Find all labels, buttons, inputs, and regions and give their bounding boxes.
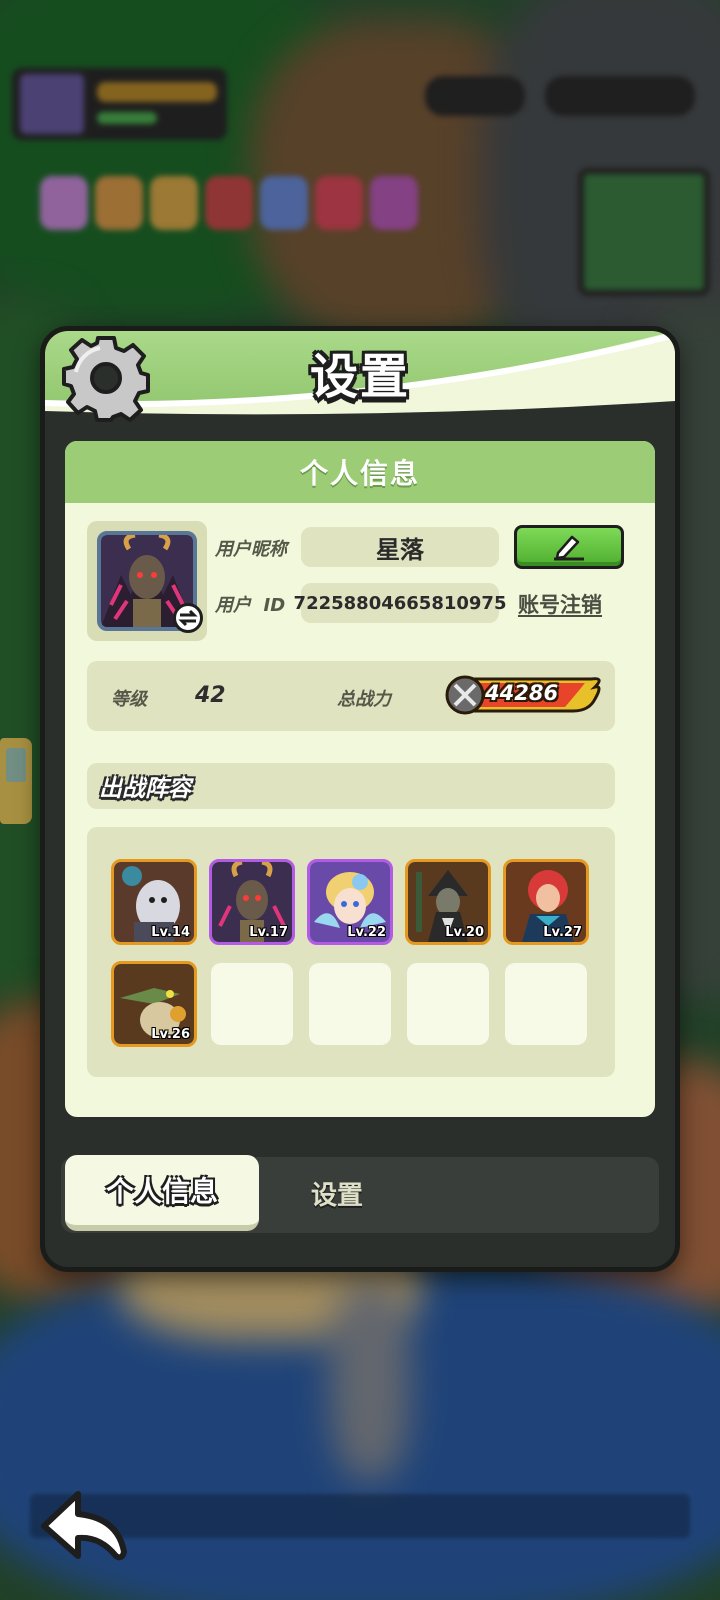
settings-dialog: 设置 个人信息 用户昵称 星落 用户 ID 72258804665810975 … bbox=[40, 326, 680, 1272]
nickname-label: 用户昵称 bbox=[215, 539, 287, 560]
power-badge: 44286 bbox=[445, 673, 603, 717]
hero-level: Lv.20 bbox=[445, 925, 484, 940]
profile-section-title: 个人信息 bbox=[299, 457, 420, 490]
profile-card-header: 个人信息 bbox=[65, 441, 655, 503]
nickname-value: 星落 bbox=[376, 535, 424, 564]
user-id-field: 72258804665810975 bbox=[294, 583, 506, 623]
power-value: 44286 bbox=[485, 681, 559, 705]
lineup-grid: Lv.14 Lv.17 Lv.22 Lv.20 Lv.27 Lv.26 bbox=[87, 827, 615, 1077]
hero-slot[interactable]: Lv.20 bbox=[405, 859, 491, 945]
power-label: 总战力 bbox=[337, 689, 391, 710]
tab-profile-label: 个人信息 bbox=[105, 1175, 218, 1208]
lineup-title: 出战阵容 bbox=[99, 776, 191, 802]
pencil-icon bbox=[554, 535, 584, 561]
back-button[interactable] bbox=[38, 1490, 130, 1564]
empty-hero-slot[interactable] bbox=[309, 963, 391, 1045]
cancel-account-link[interactable]: 账号注销 bbox=[518, 589, 602, 619]
hero-level: Lv.27 bbox=[543, 925, 582, 940]
dialog-tab-bar: 个人信息 设置 bbox=[61, 1155, 659, 1233]
user-id-label: 用户 ID bbox=[215, 595, 286, 616]
tab-settings[interactable]: 设置 bbox=[311, 1175, 363, 1212]
empty-hero-slot[interactable] bbox=[407, 963, 489, 1045]
hero-slot[interactable]: Lv.27 bbox=[503, 859, 589, 945]
hero-slot[interactable]: Lv.14 bbox=[111, 859, 197, 945]
nickname-field: 星落 bbox=[301, 527, 499, 567]
stats-bar: 等级 42 总战力 44286 bbox=[87, 661, 615, 731]
hero-slot[interactable]: Lv.26 bbox=[111, 961, 197, 1047]
swap-avatar-icon[interactable] bbox=[173, 603, 203, 633]
hero-level: Lv.26 bbox=[151, 1027, 190, 1042]
empty-hero-slot[interactable] bbox=[505, 963, 587, 1045]
lineup-header: 出战阵容 bbox=[87, 763, 615, 809]
tab-profile[interactable]: 个人信息 bbox=[65, 1155, 259, 1231]
user-id-value: 72258804665810975 bbox=[293, 592, 507, 614]
empty-hero-slot[interactable] bbox=[211, 963, 293, 1045]
gear-icon bbox=[62, 336, 150, 422]
profile-card: 个人信息 用户昵称 星落 用户 ID 72258804665810975 账号注… bbox=[65, 441, 655, 1117]
hero-level: Lv.17 bbox=[249, 925, 288, 940]
level-label: 等级 bbox=[111, 689, 147, 710]
hero-level: Lv.22 bbox=[347, 925, 386, 940]
hero-slot[interactable]: Lv.22 bbox=[307, 859, 393, 945]
edit-nickname-button[interactable] bbox=[514, 525, 624, 569]
level-value: 42 bbox=[195, 683, 226, 708]
avatar-frame[interactable] bbox=[87, 521, 207, 641]
hero-slot[interactable]: Lv.17 bbox=[209, 859, 295, 945]
hero-level: Lv.14 bbox=[151, 925, 190, 940]
